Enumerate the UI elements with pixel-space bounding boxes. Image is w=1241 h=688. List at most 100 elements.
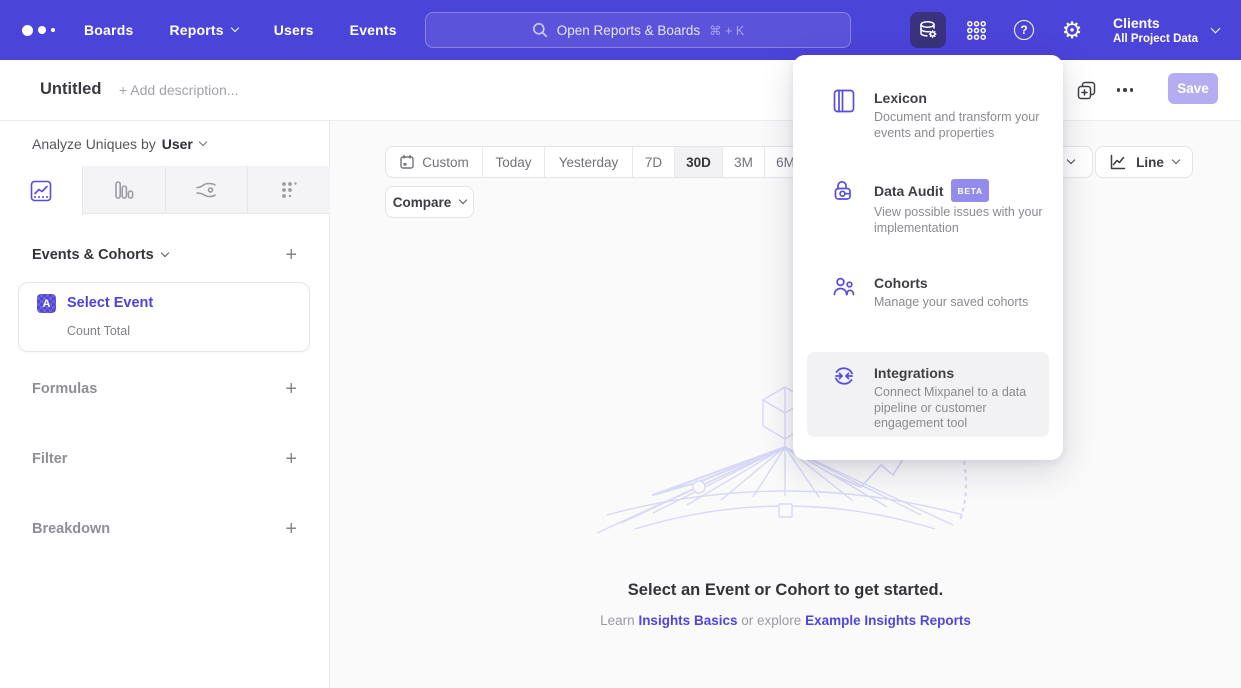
add-filter-button[interactable]: +: [285, 449, 297, 469]
query-builder-sidebar: Analyze Uniques by User: [0, 121, 330, 688]
chevron-down-icon: [199, 138, 207, 146]
menu-item-title: Lexicon: [874, 89, 927, 107]
range-label: Yesterday: [559, 155, 619, 170]
account-name: Clients: [1113, 15, 1198, 32]
add-breakdown-button[interactable]: +: [285, 519, 297, 539]
menu-item-title: Cohorts: [874, 274, 928, 292]
tab-flow-chart[interactable]: [166, 166, 249, 213]
chevron-down-icon: [160, 249, 168, 257]
line-chart-icon: [30, 180, 52, 202]
account-project: All Project Data: [1113, 32, 1198, 46]
menu-item-text: Data Audit BETA View possible issues wit…: [874, 179, 1049, 236]
range-label: Custom: [422, 155, 469, 170]
mixpanel-logo-icon[interactable]: [22, 22, 64, 38]
nav-item-label: Users: [274, 22, 314, 38]
or-explore-text: or explore: [741, 613, 801, 628]
metrics-dots-icon: [278, 179, 300, 201]
range-3m[interactable]: 3M: [722, 147, 764, 177]
tab-line-chart[interactable]: [0, 166, 83, 215]
search-placeholder: Open Reports & Boards: [557, 23, 700, 38]
nav-item-users[interactable]: Users: [274, 22, 314, 38]
range-yesterday[interactable]: Yesterday: [544, 147, 632, 177]
chevron-down-icon: [230, 24, 238, 32]
top-nav: Boards Reports Users Events Open Reports…: [0, 0, 1241, 60]
duplicate-report-button[interactable]: [1074, 78, 1098, 102]
analyze-by-dropdown[interactable]: User: [162, 136, 206, 152]
calendar-icon: [399, 154, 415, 170]
search-icon: [532, 22, 548, 38]
compare-label: Compare: [393, 195, 452, 210]
analyze-by-value: User: [162, 136, 193, 152]
count-total-dropdown[interactable]: Count Total: [67, 324, 130, 338]
example-reports-link[interactable]: Example Insights Reports: [805, 613, 971, 628]
nav-item-events[interactable]: Events: [350, 22, 397, 38]
gear-icon: ⚙: [1062, 19, 1083, 42]
settings-button[interactable]: ⚙: [1054, 12, 1090, 48]
menu-item-text: Integrations Connect Mixpanel to a data …: [874, 364, 1046, 437]
menu-item-integrations[interactable]: Integrations Connect Mixpanel to a data …: [807, 352, 1049, 437]
tab-metrics[interactable]: [248, 166, 330, 213]
report-title[interactable]: Untitled: [40, 80, 101, 99]
events-cohorts-label: Events & Cohorts: [32, 247, 154, 263]
nav-item-boards[interactable]: Boards: [84, 22, 133, 38]
range-label: 3M: [734, 155, 753, 170]
add-formula-button[interactable]: +: [285, 379, 297, 399]
nav-item-reports[interactable]: Reports: [169, 22, 237, 38]
menu-item-text: Lexicon Document and transform your even…: [874, 89, 1049, 141]
grid-dots-icon: [966, 20, 987, 41]
events-cohorts-header[interactable]: Events & Cohorts: [32, 247, 168, 263]
add-description-field[interactable]: + Add description...: [119, 82, 238, 98]
event-card[interactable]: A Select Event Count Total: [18, 282, 310, 352]
menu-item-cohorts[interactable]: Cohorts Manage your saved cohorts: [807, 274, 1049, 311]
nav-links: Boards Reports Users Events: [84, 0, 397, 60]
filter-label: Filter: [32, 451, 67, 467]
insights-report-page: Boards Reports Users Events Open Reports…: [0, 0, 1241, 688]
line-chart-icon: [1109, 153, 1127, 171]
range-30d[interactable]: 30D: [674, 147, 722, 177]
nav-item-label: Events: [350, 22, 397, 38]
tab-bar-chart[interactable]: [83, 166, 166, 213]
menu-item-desc: Manage your saved cohorts: [874, 295, 1028, 311]
range-today[interactable]: Today: [482, 147, 544, 177]
breakdown-label: Breakdown: [32, 521, 110, 537]
more-options-button[interactable]: [1113, 78, 1137, 102]
chart-type-dropdown[interactable]: Line: [1095, 146, 1193, 178]
analyze-label: Analyze Uniques by: [32, 136, 156, 152]
menu-item-text: Cohorts Manage your saved cohorts: [874, 274, 1028, 311]
range-7d[interactable]: 7D: [632, 147, 674, 177]
filter-section: Filter +: [32, 447, 297, 471]
add-event-button[interactable]: +: [285, 245, 297, 265]
nav-item-label: Reports: [169, 22, 223, 38]
duplicate-icon: [1077, 81, 1096, 100]
chevron-down-icon: [459, 196, 467, 204]
menu-item-title: Integrations: [874, 364, 954, 382]
global-search-input[interactable]: Open Reports & Boards ⌘ + K: [425, 12, 851, 48]
select-event-label[interactable]: Select Event: [67, 295, 153, 311]
account-switcher[interactable]: Clients All Project Data: [1113, 12, 1219, 48]
chart-type-tabs: [0, 166, 330, 214]
data-management-button[interactable]: [910, 12, 946, 48]
formulas-label: Formulas: [32, 381, 97, 397]
menu-item-desc: Connect Mixpanel to a data pipeline or c…: [874, 385, 1046, 432]
insights-basics-link[interactable]: Insights Basics: [638, 613, 737, 628]
chevron-down-icon: [1211, 23, 1221, 33]
compare-dropdown[interactable]: Compare: [385, 186, 474, 218]
menu-item-data-audit[interactable]: Data Audit BETA View possible issues wit…: [807, 179, 1049, 236]
data-management-menu: Lexicon Document and transform your even…: [793, 55, 1063, 460]
bar-chart-icon: [113, 179, 135, 201]
save-button[interactable]: Save: [1168, 73, 1218, 104]
search-shortcut: ⌘ + K: [709, 23, 744, 38]
learn-text: Learn: [600, 613, 635, 628]
apps-grid-button[interactable]: [958, 12, 994, 48]
range-label: 30D: [686, 155, 711, 170]
range-custom[interactable]: Custom: [386, 147, 482, 177]
data-audit-icon: [832, 179, 856, 203]
breakdown-section: Breakdown +: [32, 517, 297, 541]
analyze-row: Analyze Uniques by User: [32, 132, 206, 156]
formulas-section: Formulas +: [32, 377, 297, 401]
integrations-icon: [832, 364, 856, 388]
help-button[interactable]: ?: [1006, 12, 1042, 48]
menu-item-lexicon[interactable]: Lexicon Document and transform your even…: [807, 89, 1049, 141]
nav-item-label: Boards: [84, 22, 133, 38]
range-label: 7D: [645, 155, 662, 170]
